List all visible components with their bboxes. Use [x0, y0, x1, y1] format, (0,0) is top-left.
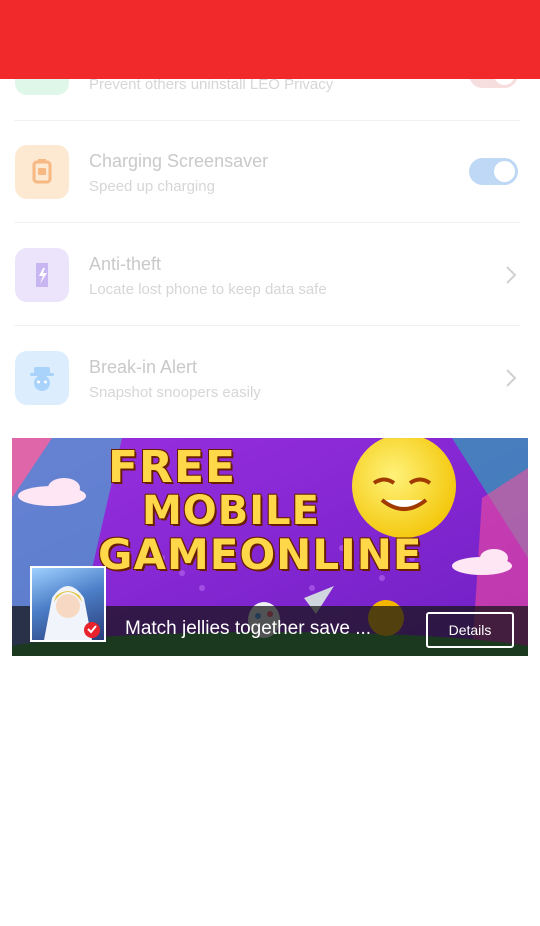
ad-headline-line3: GAMEONLINE [98, 530, 423, 579]
settings-item-anti-theft[interactable]: Anti-theft Locate lost phone to keep dat… [0, 223, 540, 326]
charging-screensaver-icon [15, 145, 69, 199]
chevron-right-icon [506, 369, 517, 387]
ad-app-thumbnail[interactable] [30, 566, 106, 642]
ad-details-button[interactable]: Details [426, 612, 514, 648]
ad-description: Match jellies together save ... [125, 618, 372, 639]
ad-headline-line1: FREE [108, 442, 237, 493]
settings-item-break-in-alert[interactable]: Break-in Alert Snapshot snoopers easily [0, 326, 540, 429]
chevron-right-icon [506, 266, 517, 284]
settings-item-title: Charging Screensaver [89, 151, 269, 171]
settings-item-subtitle: Snapshot snoopers easily [89, 384, 261, 401]
app-header-bar [0, 0, 540, 79]
settings-item-title: Anti-theft [89, 254, 162, 274]
spy-icon [15, 351, 69, 405]
anti-theft-icon [15, 248, 69, 302]
settings-item-title: Break-in Alert [89, 357, 198, 377]
settings-item-charging-screensaver[interactable]: Charging Screensaver Speed up charging [0, 120, 540, 223]
settings-item-subtitle: Speed up charging [89, 178, 215, 195]
ad-headline-line2: MOBILE [142, 488, 320, 534]
ad-banner[interactable]: FREE MOBILE GAMEONLINE Match jellies tog… [12, 438, 528, 656]
charging-screensaver-toggle[interactable] [469, 158, 518, 185]
settings-item-subtitle: Locate lost phone to keep data safe [89, 281, 327, 298]
toggle-knob [494, 161, 515, 182]
